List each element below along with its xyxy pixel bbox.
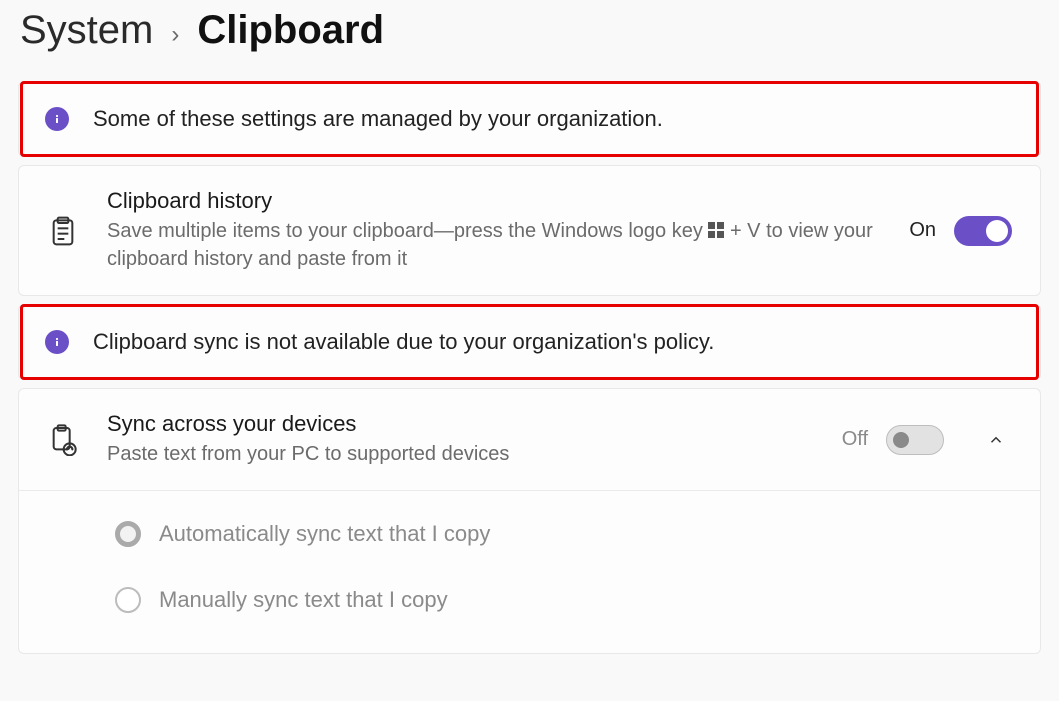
- info-icon: [45, 330, 69, 354]
- sync-options-panel: Automatically sync text that I copy Manu…: [19, 490, 1040, 653]
- sync-devices-setting: Sync across your devices Paste text from…: [18, 388, 1041, 654]
- clipboard-history-toggle-label: On: [909, 219, 936, 242]
- clipboard-icon: [47, 215, 79, 247]
- windows-logo-icon: [708, 219, 724, 246]
- sync-option-auto[interactable]: Automatically sync text that I copy: [115, 521, 1012, 547]
- sync-devices-toggle-label: Off: [842, 428, 868, 451]
- sync-option-auto-label: Automatically sync text that I copy: [159, 521, 490, 547]
- sync-devices-toggle[interactable]: [886, 425, 944, 455]
- org-managed-text: Some of these settings are managed by yo…: [93, 106, 663, 132]
- sync-option-manual-label: Manually sync text that I copy: [159, 587, 448, 613]
- sync-devices-title: Sync across your devices: [107, 411, 814, 437]
- clipboard-history-desc: Save multiple items to your clipboard—pr…: [107, 218, 881, 273]
- clipboard-history-title: Clipboard history: [107, 188, 881, 214]
- sync-devices-toggle-wrap: Off: [842, 425, 944, 455]
- sync-devices-body: Sync across your devices Paste text from…: [107, 411, 814, 468]
- clipboard-history-body: Clipboard history Save multiple items to…: [107, 188, 881, 273]
- chevron-right-icon: ›: [171, 13, 179, 49]
- sync-blocked-text: Clipboard sync is not available due to y…: [93, 329, 714, 355]
- radio-selected-icon: [115, 521, 141, 547]
- clipboard-history-toggle[interactable]: [954, 216, 1012, 246]
- radio-unselected-icon: [115, 587, 141, 613]
- breadcrumb-current: Clipboard: [197, 8, 384, 53]
- breadcrumb-parent[interactable]: System: [20, 8, 153, 53]
- clipboard-history-setting: Clipboard history Save multiple items to…: [18, 165, 1041, 296]
- sync-option-manual[interactable]: Manually sync text that I copy: [115, 587, 1012, 613]
- sync-blocked-banner: Clipboard sync is not available due to y…: [18, 304, 1041, 380]
- breadcrumb: System › Clipboard: [18, 0, 1041, 81]
- chevron-up-icon[interactable]: [980, 424, 1012, 456]
- clipboard-history-toggle-wrap: On: [909, 216, 1012, 246]
- info-icon: [45, 107, 69, 131]
- clipboard-sync-icon: [47, 424, 79, 456]
- org-managed-banner: Some of these settings are managed by yo…: [18, 81, 1041, 157]
- sync-devices-desc: Paste text from your PC to supported dev…: [107, 441, 814, 468]
